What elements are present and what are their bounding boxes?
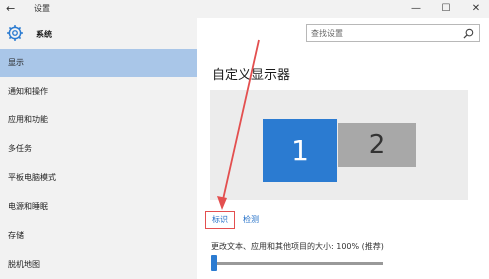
identify-link[interactable]: 标识 — [205, 211, 235, 229]
sidebar-item-tablet-mode[interactable]: 平板电脑模式 — [0, 164, 197, 192]
maximize-button[interactable]: ☐ — [431, 1, 461, 17]
slider-thumb[interactable] — [211, 255, 217, 271]
sidebar-item-offline-maps[interactable]: 脱机地图 — [0, 251, 197, 279]
monitor-1[interactable]: 1 — [263, 119, 337, 182]
scale-label: 更改文本、应用和其他项目的大小: 100% (推荐) — [211, 242, 384, 251]
sidebar-item-apps[interactable]: 应用和功能 — [0, 106, 197, 134]
search-input[interactable]: 查找设置 — [306, 24, 480, 42]
sidebar: 系统 显示 通知和操作 应用和功能 多任务 平板电脑模式 电源和睡眠 存储 脱机… — [0, 18, 197, 279]
back-button[interactable]: ← — [6, 1, 20, 17]
page-title: 自定义显示器 — [212, 68, 291, 83]
gear-icon — [7, 25, 23, 41]
sidebar-item-display[interactable]: 显示 — [0, 49, 197, 77]
sidebar-item-storage[interactable]: 存储 — [0, 222, 197, 250]
window-title: 设置 — [34, 4, 50, 13]
detect-link[interactable]: 检测 — [243, 214, 259, 225]
search-icon[interactable] — [463, 28, 474, 39]
sidebar-item-multitasking[interactable]: 多任务 — [0, 135, 197, 163]
sidebar-item-notifications[interactable]: 通知和操作 — [0, 78, 197, 106]
display-arrangement: 1 2 — [210, 90, 468, 200]
title-bar: ← 设置 — ☐ ✕ — [0, 0, 489, 18]
sidebar-item-power[interactable]: 电源和睡眠 — [0, 193, 197, 221]
sidebar-title: 系统 — [36, 30, 52, 39]
scale-slider[interactable] — [211, 255, 383, 273]
close-button[interactable]: ✕ — [461, 1, 489, 17]
search-placeholder: 查找设置 — [311, 29, 343, 38]
minimize-button[interactable]: — — [401, 1, 431, 17]
monitor-2[interactable]: 2 — [338, 123, 416, 167]
slider-track — [211, 262, 383, 265]
sidebar-header: 系统 — [0, 22, 197, 46]
